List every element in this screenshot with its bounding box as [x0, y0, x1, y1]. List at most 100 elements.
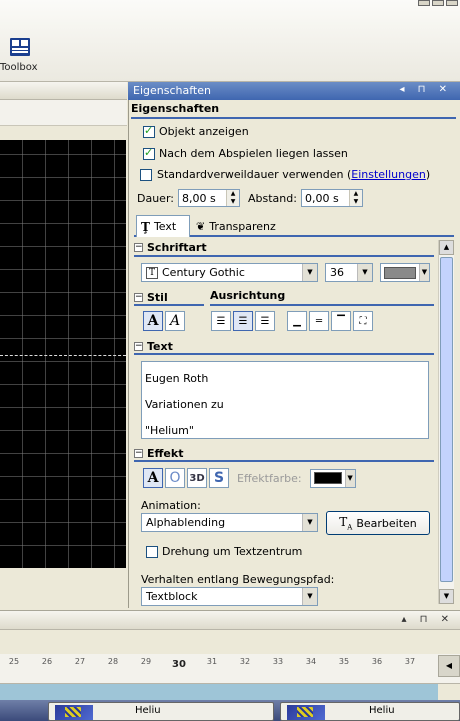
- scroll-up-icon[interactable]: ▲: [439, 240, 454, 255]
- align-right-icon[interactable]: ☰: [255, 311, 275, 331]
- properties-panel-controls[interactable]: ◂ ⊓ ✕: [399, 84, 452, 95]
- keep-after-play-row[interactable]: Nach dem Abspielen liegen lassen: [143, 146, 348, 160]
- toolbox-icon[interactable]: [8, 36, 32, 58]
- section-divider: [134, 255, 434, 257]
- top-toolbar: [0, 0, 460, 82]
- spacing-stepper[interactable]: 0,00 s ▲ ▼: [300, 189, 363, 207]
- collapse-icon[interactable]: −: [134, 242, 143, 252]
- rotate-label: Drehung um Textzentrum: [162, 545, 303, 558]
- spacing-spin-buttons[interactable]: ▲ ▼: [348, 190, 362, 206]
- plain-text-effect-icon[interactable]: A: [143, 468, 163, 488]
- show-object-checkbox[interactable]: [143, 124, 155, 138]
- ruler-tick: 25: [8, 657, 20, 666]
- ruler-tick: 35: [338, 657, 350, 666]
- section-divider: [134, 353, 434, 355]
- font-family-select[interactable]: T Century Gothic ▼: [141, 263, 318, 282]
- ruler-tick: 30: [172, 659, 186, 670]
- valign-top-icon[interactable]: ▔: [331, 311, 351, 331]
- path-label: Verhalten entlang Bewegungspfad:: [141, 573, 335, 586]
- timeline-panel-controls[interactable]: ▴ ⊓ ✕: [401, 614, 454, 625]
- text-line: "Helium": [145, 424, 194, 437]
- ruler-tick: 36: [371, 657, 383, 666]
- animation-value: Alphablending: [146, 516, 226, 529]
- valign-bottom-icon[interactable]: ▁: [287, 311, 307, 331]
- default-duration-row[interactable]: Standardverweildauer verwenden (Einstell…: [140, 168, 430, 181]
- outline-effect-icon[interactable]: O: [165, 468, 185, 488]
- text-section-header[interactable]: − Text: [134, 338, 434, 354]
- font-section-title: Schriftart: [147, 240, 207, 254]
- align-center-icon[interactable]: ☰: [233, 311, 253, 331]
- edit-animation-button[interactable]: TA Bearbeiten: [326, 511, 430, 535]
- bold-style-icon[interactable]: A: [143, 311, 163, 331]
- collapse-icon[interactable]: −: [134, 292, 143, 302]
- ruler-tick: 32: [239, 657, 251, 666]
- timeline-clip[interactable]: Heliu: [280, 702, 460, 721]
- align-left-icon[interactable]: ☰: [211, 311, 231, 331]
- spacing-value[interactable]: 0,00 s: [302, 192, 349, 205]
- rotate-row[interactable]: Drehung um Textzentrum: [146, 545, 302, 558]
- show-object-row[interactable]: Objekt anzeigen: [143, 124, 249, 138]
- show-object-label: Objekt anzeigen: [159, 125, 249, 138]
- collapse-icon[interactable]: −: [134, 341, 143, 351]
- chevron-down-icon[interactable]: ▼: [302, 514, 317, 531]
- chevron-down-icon[interactable]: ▼: [302, 264, 317, 281]
- text-content-field[interactable]: Eugen Roth Variationen zu "Helium": [141, 361, 429, 439]
- font-size-value: 36: [330, 266, 344, 279]
- duration-value[interactable]: 8,00 s: [179, 192, 226, 205]
- shadow-effect-icon[interactable]: S: [209, 468, 229, 488]
- time-ruler[interactable]: 25 26 27 28 29 30 31 32 33 34 35 36 37: [0, 654, 460, 684]
- font-size-select[interactable]: 36 ▼: [325, 263, 373, 282]
- path-behavior-select[interactable]: Textblock ▼: [141, 587, 318, 606]
- duration-label: Dauer:: [137, 191, 174, 205]
- effect-color-picker[interactable]: ▼: [309, 468, 356, 488]
- section-divider: [134, 304, 204, 306]
- preview-canvas[interactable]: [0, 140, 126, 568]
- alignment-title: Ausrichtung: [210, 289, 286, 302]
- chevron-down-icon[interactable]: ▼: [357, 264, 372, 281]
- safe-area-guide: [0, 355, 126, 356]
- font-color-swatch: [384, 266, 416, 279]
- preview-panel-header: [0, 82, 127, 100]
- toolbox-label[interactable]: Toolbox: [0, 62, 40, 73]
- timeline-scroll-icon[interactable]: ◀: [438, 655, 460, 677]
- style-section-header[interactable]: − Stil: [134, 289, 204, 305]
- alignment-buttons: ☰ ☰ ☰ ▁ ═ ▔ ⛶: [211, 311, 373, 331]
- animation-select[interactable]: Alphablending ▼: [141, 513, 318, 532]
- scroll-down-icon[interactable]: ▼: [439, 589, 454, 604]
- effect-section-header[interactable]: − Effekt: [134, 445, 434, 461]
- ruler-tick: 28: [107, 657, 119, 666]
- chevron-down-icon[interactable]: ▼: [344, 469, 355, 487]
- duration-stepper[interactable]: 8,00 s ▲ ▼: [178, 189, 240, 207]
- effect-section-title: Effekt: [147, 446, 184, 460]
- valign-middle-icon[interactable]: ═: [309, 311, 329, 331]
- fit-frame-icon[interactable]: ⛶: [353, 311, 373, 331]
- text-line: Eugen Roth: [145, 372, 209, 385]
- effect-color-swatch: [313, 472, 342, 484]
- font-section-header[interactable]: − Schriftart: [134, 239, 434, 255]
- font-color-picker[interactable]: ▼: [380, 263, 430, 282]
- chevron-down-icon[interactable]: ▼: [419, 264, 429, 281]
- default-duration-checkbox[interactable]: [140, 168, 152, 181]
- tab-transparency[interactable]: ❦ Transparenz: [192, 215, 282, 237]
- text-section-title: Text: [147, 339, 173, 353]
- collapse-icon[interactable]: −: [134, 448, 143, 458]
- tab-text[interactable]: Ţ Text: [136, 215, 190, 237]
- duration-spin-buttons[interactable]: ▲ ▼: [226, 190, 239, 206]
- scrollbar-thumb[interactable]: [440, 257, 453, 582]
- 3d-effect-icon[interactable]: 3D: [187, 468, 207, 488]
- italic-style-icon[interactable]: A: [165, 311, 185, 331]
- chevron-down-icon[interactable]: ▼: [302, 588, 317, 605]
- keep-after-play-checkbox[interactable]: [143, 146, 155, 160]
- settings-link[interactable]: Einstellungen: [351, 168, 426, 181]
- window-buttons[interactable]: [418, 0, 458, 6]
- clip-thumbnail: [55, 705, 93, 720]
- spacing-label: Abstand:: [248, 191, 297, 205]
- text-tool-icon: Ţ: [141, 219, 150, 234]
- properties-scrollbar[interactable]: ▲ ▼: [438, 240, 454, 604]
- clip-label: Heliu: [369, 705, 395, 716]
- timeline-track[interactable]: [0, 684, 438, 700]
- rotate-checkbox[interactable]: [146, 545, 158, 558]
- ruler-tick: 33: [272, 657, 284, 666]
- ruler-tick: 34: [305, 657, 317, 666]
- timeline-clip[interactable]: Heliu: [48, 702, 274, 721]
